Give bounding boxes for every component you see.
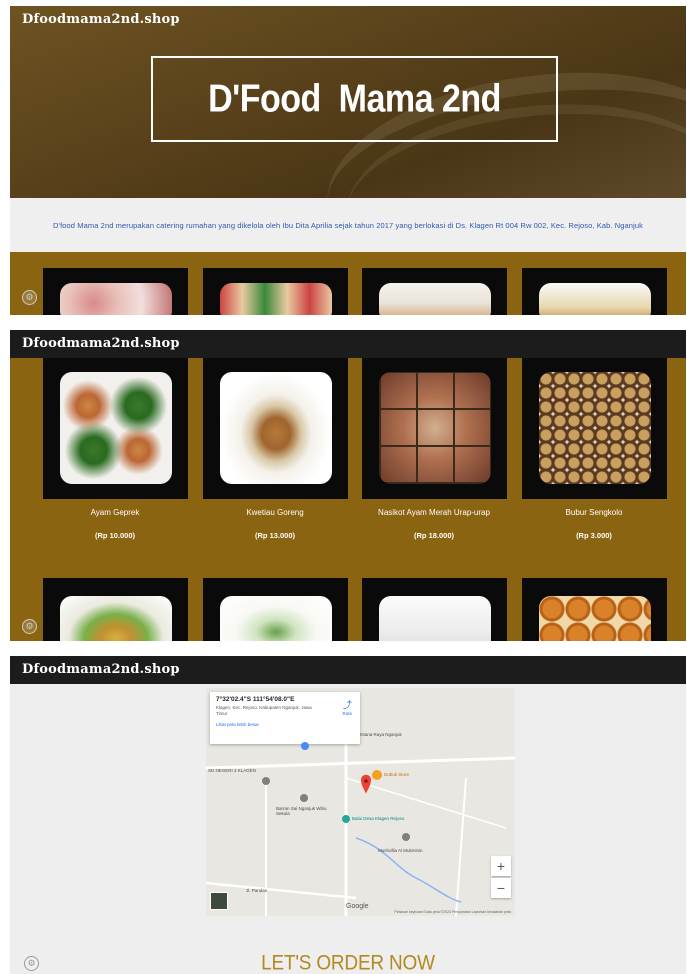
food-name: Ayam Geprek (90, 508, 140, 517)
menu-card-nasikot[interactable] (362, 358, 507, 499)
about-section: D'food Mama 2nd merupakan catering rumah… (10, 198, 686, 252)
food-photo (539, 283, 651, 315)
google-logo: Google (346, 903, 369, 910)
site-title[interactable]: Dfoodmama2nd.shop (22, 336, 180, 351)
menu-card[interactable] (362, 268, 507, 315)
map-label: Istana Raya Nganjuk (360, 732, 402, 737)
pin-school-icon (262, 777, 270, 785)
settings-icon[interactable]: ⚙ (22, 619, 37, 634)
food-photo (220, 283, 332, 315)
food-price: (Rp 3.000) (576, 531, 612, 540)
map-label: Balai Desa Klagen Rejoso (352, 816, 405, 821)
pin-mosque-icon (402, 833, 410, 841)
menu-card[interactable] (522, 268, 667, 315)
top-bar: Dfoodmama2nd.shop (10, 656, 686, 684)
food-price: (Rp 10.000) (94, 531, 136, 540)
satellite-toggle[interactable] (210, 892, 228, 910)
top-bar: Dfoodmama2nd.shop (10, 330, 686, 358)
menu-section: Dfoodmama2nd.shop Ayam Geprek (Rp 10.000… (10, 330, 686, 641)
location-section: Dfoodmama2nd.shop 7°32'02.4"S 111°54'08.… (10, 656, 686, 974)
hero-banner: Dfoodmama2nd.shop D'Food Mama 2nd (10, 6, 686, 306)
zoom-out-button[interactable]: − (491, 878, 511, 898)
map-label: Dubuk Store (384, 772, 410, 777)
menu-card[interactable] (43, 578, 188, 641)
zoom-in-button[interactable]: + (491, 856, 511, 876)
settings-icon[interactable]: ⚙ (22, 290, 37, 305)
menu-card[interactable] (203, 268, 348, 315)
food-photo (539, 596, 651, 641)
food-photo (220, 596, 332, 641)
food-photo (60, 372, 172, 484)
hero-title-box: D'Food Mama 2nd (151, 56, 558, 142)
food-name: Bubur Sengkolo (565, 508, 623, 517)
menu-preview: ⚙ (10, 252, 686, 315)
map-label: SD NEGERI 3 KLAGEN (208, 768, 257, 773)
food-photo (220, 372, 332, 484)
food-photo (379, 372, 491, 484)
location-marker-icon (361, 774, 371, 794)
menu-card-ayam-geprek[interactable] (43, 358, 188, 499)
food-photo (60, 283, 172, 315)
menu-card[interactable] (522, 578, 667, 641)
food-price: (Rp 18.000) (413, 531, 455, 540)
menu-card-bubur-sengkolo[interactable] (522, 358, 667, 499)
menu-card[interactable] (43, 268, 188, 315)
food-photo (539, 372, 651, 484)
map-footer: Pintasan keyboard Data peta ©2023 Persya… (394, 910, 511, 914)
menu-card[interactable] (203, 578, 348, 641)
food-name: Kwetiau Goreng (246, 508, 304, 517)
pin-blue-icon (301, 742, 309, 750)
about-text: D'food Mama 2nd merupakan catering rumah… (53, 220, 643, 230)
pin-dealer-icon (300, 794, 308, 802)
pin-hall-icon (342, 815, 350, 823)
map-pins (262, 742, 410, 841)
map-label: Mushollla Al Mukminin (378, 848, 423, 853)
site-title[interactable]: Dfoodmama2nd.shop (22, 662, 180, 677)
pin-shop-icon (372, 770, 382, 780)
food-photo (60, 596, 172, 641)
order-heading: LET'S ORDER NOW (261, 951, 435, 974)
food-price: (Rp 13.000) (254, 531, 296, 540)
embedded-map[interactable]: 7°32'02.4"S 111°54'08.0"E Klagen, Kec. R… (206, 688, 515, 916)
menu-card[interactable] (362, 578, 507, 641)
site-title[interactable]: Dfoodmama2nd.shop (22, 12, 180, 27)
hero-title: D'Food Mama 2nd (208, 76, 501, 121)
hero-section: Dfoodmama2nd.shop D'Food Mama 2nd D'food… (10, 6, 686, 315)
menu-card-kwetiau-goreng[interactable] (203, 358, 348, 499)
food-photo (379, 596, 491, 641)
food-name: Nasikot Ayam Merah Urap-urap (378, 508, 490, 517)
map-label: Jl. Pandan (246, 888, 268, 893)
map-label: Barran Sai Nganjuk Wibu Sekula (276, 806, 327, 816)
food-photo (379, 283, 491, 315)
